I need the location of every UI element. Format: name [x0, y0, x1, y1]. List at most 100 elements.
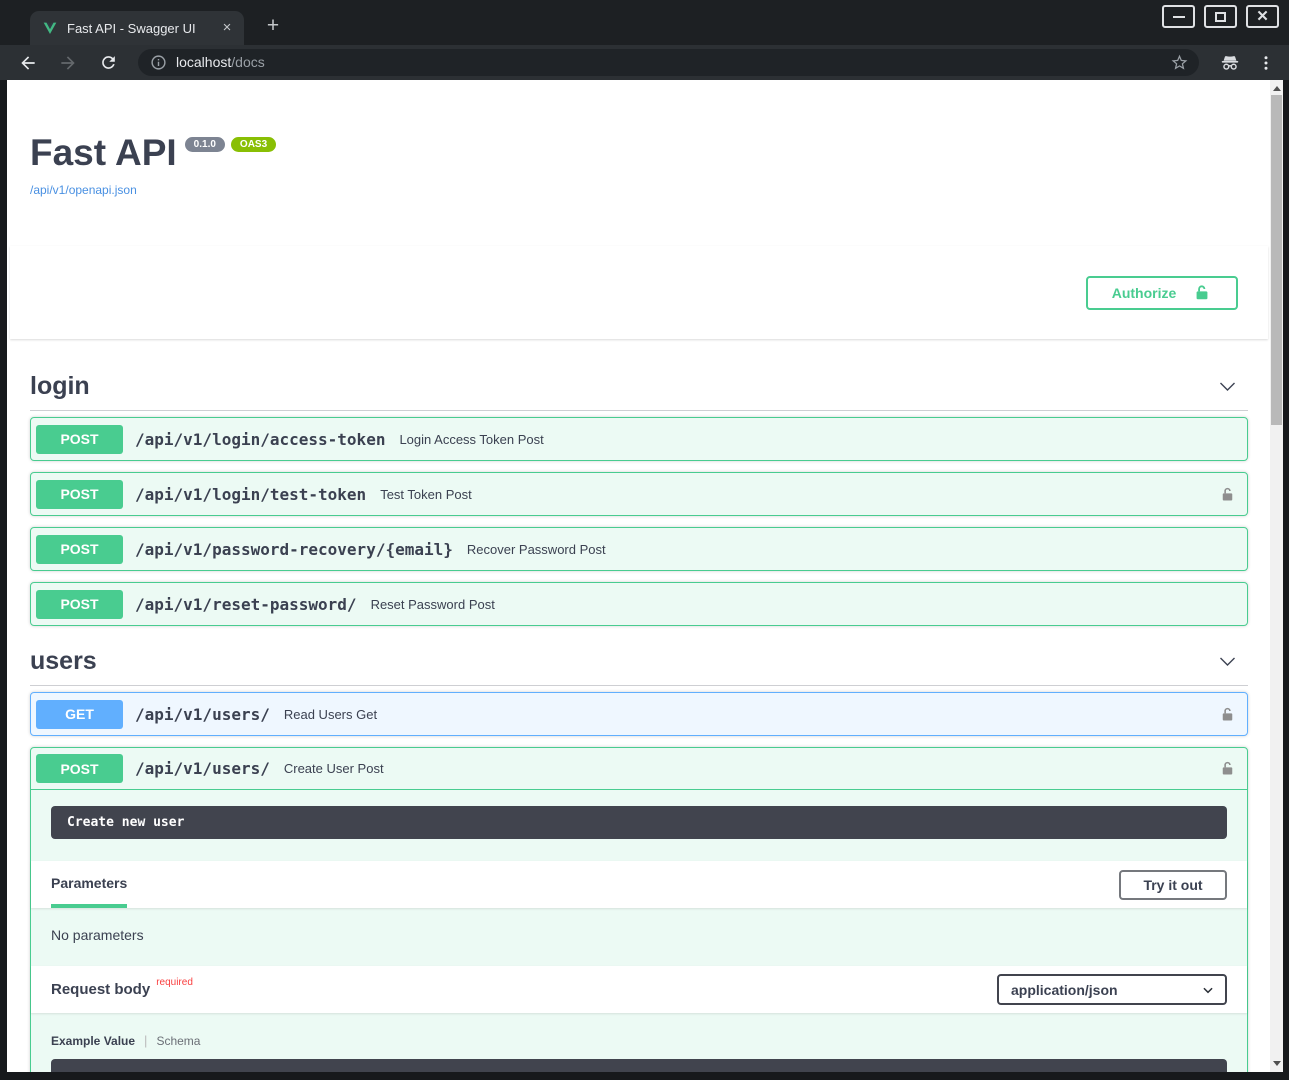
tab-close-icon[interactable]: × [218, 19, 236, 37]
endpoint-summary-row[interactable]: POST /api/v1/login/access-token Login Ac… [31, 418, 1247, 460]
operation-body: Create new user Parameters Try it out No… [31, 806, 1247, 1072]
request-body-label-group: Request body required [51, 981, 193, 998]
endpoint-path: /api/v1/login/test-token [135, 485, 366, 504]
endpoint-summary-row[interactable]: POST /api/v1/reset-password/ Reset Passw… [31, 583, 1247, 625]
endpoint-path: /api/v1/login/access-token [135, 430, 385, 449]
url-text: localhost/docs [176, 54, 1161, 72]
api-info: Fast API 0.1.0 OAS3 /api/v1/openapi.json [30, 132, 1248, 197]
endpoint-read-users: GET /api/v1/users/ Read Users Get [30, 692, 1248, 736]
request-body-header: Request body required application/json [31, 966, 1247, 1013]
content-type-select[interactable]: application/json [997, 974, 1227, 1005]
example-tabs: Example Value | Schema [51, 1033, 1227, 1048]
endpoint-description: Reset Password Post [371, 597, 495, 612]
page-info-icon[interactable] [150, 54, 167, 71]
url-host: localhost [176, 54, 231, 70]
swagger-page: Fast API 0.1.0 OAS3 /api/v1/openapi.json A… [7, 80, 1270, 1072]
browser-window: Fast API - Swagger UI × + ✕ localhost/do… [0, 0, 1289, 1080]
auth-scheme-container: Authorize [10, 246, 1268, 339]
unlocked-padlock-icon [1218, 759, 1237, 778]
chevron-down-icon[interactable] [1217, 651, 1238, 672]
tab-strip: Fast API - Swagger UI × + ✕ [0, 0, 1289, 45]
parameters-header: Parameters Try it out [31, 861, 1247, 908]
endpoint-path: /api/v1/reset-password/ [135, 595, 357, 614]
endpoint-description: Create User Post [284, 761, 384, 776]
bookmark-star-icon[interactable] [1170, 53, 1189, 72]
method-badge: POST [36, 535, 123, 564]
method-badge: POST [36, 590, 123, 619]
section-title: login [30, 372, 90, 401]
endpoint-summary-row[interactable]: POST /api/v1/login/test-token Test Token… [31, 473, 1247, 515]
auth-lock-button[interactable] [1218, 485, 1237, 504]
try-it-out-button[interactable]: Try it out [1119, 870, 1227, 900]
scroll-down-arrow[interactable] [1270, 1057, 1283, 1070]
endpoint-reset-password: POST /api/v1/reset-password/ Reset Passw… [30, 582, 1248, 626]
parameters-tab[interactable]: Parameters [51, 861, 127, 908]
browser-tab[interactable]: Fast API - Swagger UI × [30, 11, 244, 45]
back-button[interactable] [16, 51, 40, 75]
window-controls: ✕ [1162, 5, 1279, 28]
maximize-icon [1215, 12, 1226, 22]
example-code-block: { [51, 1059, 1227, 1072]
forward-button[interactable] [56, 51, 80, 75]
endpoint-login-access-token: POST /api/v1/login/access-token Login Ac… [30, 417, 1248, 461]
select-chevron-icon [1201, 983, 1215, 997]
menu-dots-icon[interactable] [1257, 54, 1275, 72]
auth-lock-button[interactable] [1218, 759, 1237, 778]
unlocked-padlock-icon [1192, 283, 1212, 303]
version-badge: 0.1.0 [185, 137, 225, 152]
page-title: Fast API [30, 132, 177, 173]
authorize-label: Authorize [1112, 285, 1177, 301]
tab-title: Fast API - Swagger UI [67, 21, 209, 36]
browser-toolbar: localhost/docs [0, 45, 1289, 80]
endpoint-path: /api/v1/password-recovery/{email} [135, 540, 453, 559]
no-parameters-text: No parameters [31, 908, 1247, 966]
section-header-login[interactable]: login [30, 363, 1248, 411]
minimize-button[interactable] [1162, 5, 1195, 28]
method-badge: GET [36, 700, 123, 729]
maximize-button[interactable] [1204, 5, 1237, 28]
endpoint-summary-row[interactable]: POST /api/v1/users/ Create User Post [31, 748, 1247, 790]
incognito-icon [1219, 52, 1241, 74]
oas3-badge: OAS3 [231, 137, 276, 152]
section-users: users GET /api/v1/users/ Read Users Get [30, 638, 1248, 1072]
back-arrow-icon [18, 53, 38, 73]
method-badge: POST [36, 480, 123, 509]
endpoint-login-test-token: POST /api/v1/login/test-token Test Token… [30, 472, 1248, 516]
endpoint-description: Test Token Post [380, 487, 472, 502]
openapi-spec-link[interactable]: /api/v1/openapi.json [30, 183, 1248, 197]
endpoint-create-user: POST /api/v1/users/ Create User Post Cre… [30, 747, 1248, 1072]
reload-icon [99, 53, 118, 72]
unlocked-padlock-icon [1218, 485, 1237, 504]
page-scrollbar[interactable] [1270, 80, 1283, 1072]
endpoint-summary-row[interactable]: GET /api/v1/users/ Read Users Get [31, 693, 1247, 735]
scroll-up-arrow[interactable] [1270, 82, 1283, 95]
scrollbar-thumb[interactable] [1271, 95, 1282, 425]
endpoint-password-recovery: POST /api/v1/password-recovery/{email} R… [30, 527, 1248, 571]
request-body-label: Request body [51, 981, 150, 998]
url-bar[interactable]: localhost/docs [138, 49, 1199, 76]
chevron-down-icon[interactable] [1217, 376, 1238, 397]
unlocked-padlock-icon [1218, 705, 1237, 724]
endpoint-description: Read Users Get [284, 707, 377, 722]
content-type-value: application/json [1011, 982, 1118, 998]
new-tab-button[interactable]: + [260, 13, 286, 39]
example-area: Example Value | Schema { [31, 1013, 1247, 1072]
reload-button[interactable] [96, 51, 120, 75]
authorize-button[interactable]: Authorize [1086, 276, 1238, 310]
required-flag: required [156, 977, 193, 988]
close-button[interactable]: ✕ [1246, 5, 1279, 28]
endpoint-summary-row[interactable]: POST /api/v1/password-recovery/{email} R… [31, 528, 1247, 570]
auth-lock-button[interactable] [1218, 705, 1237, 724]
schema-tab[interactable]: Schema [156, 1034, 200, 1048]
example-value-tab[interactable]: Example Value [51, 1034, 135, 1048]
endpoint-description: Login Access Token Post [399, 432, 543, 447]
page-viewport: Fast API 0.1.0 OAS3 /api/v1/openapi.json A… [7, 80, 1283, 1072]
tab-divider: | [144, 1033, 147, 1048]
forward-arrow-icon [58, 53, 78, 73]
endpoint-path: /api/v1/users/ [135, 705, 270, 724]
url-path: /docs [231, 54, 264, 70]
section-title: users [30, 647, 97, 676]
section-header-users[interactable]: users [30, 638, 1248, 686]
endpoint-path: /api/v1/users/ [135, 759, 270, 778]
method-badge: POST [36, 425, 123, 454]
